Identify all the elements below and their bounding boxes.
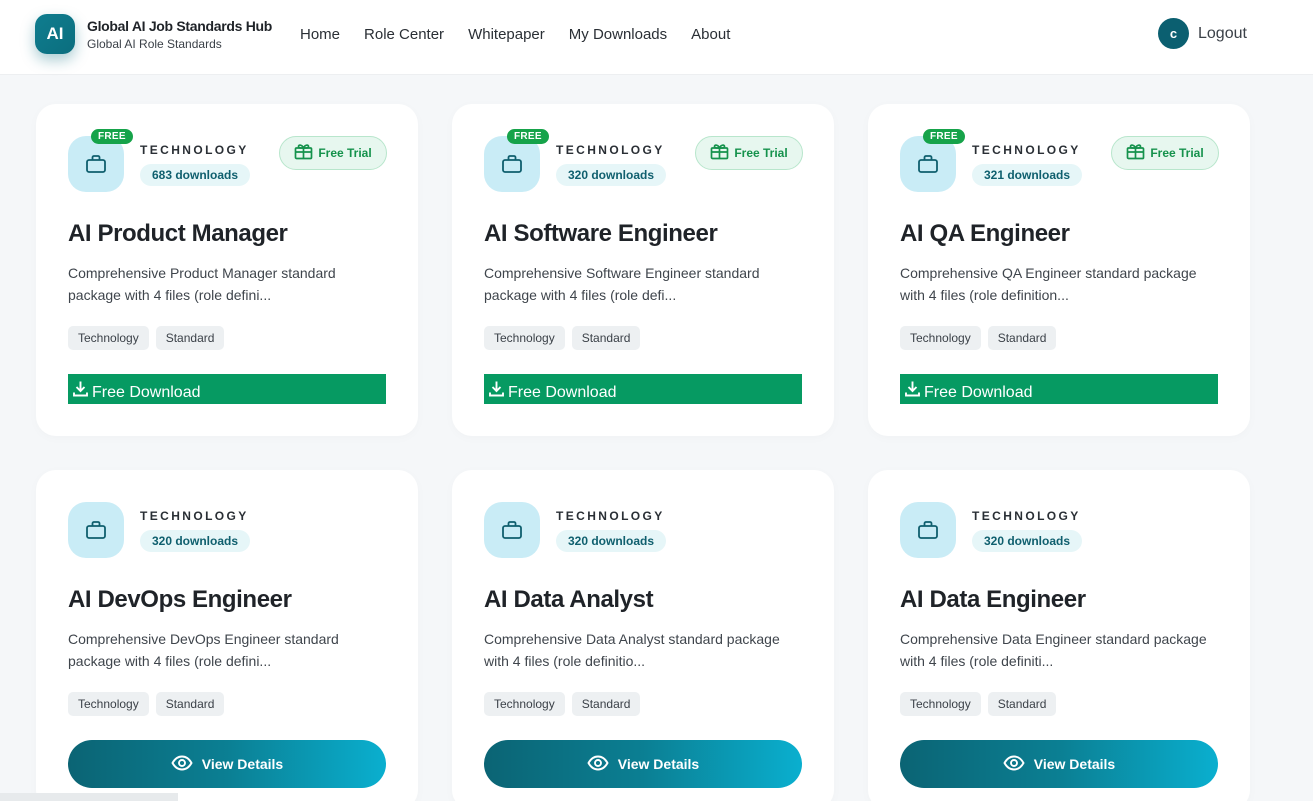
download-icon	[904, 380, 921, 402]
downloads-badge: 683 downloads	[140, 164, 251, 186]
category-label: TECHNOLOGY	[556, 509, 665, 523]
download-icon	[72, 380, 89, 402]
role-description: Comprehensive QA Engineer standard packa…	[900, 265, 1197, 303]
site-logo[interactable]: AI	[35, 14, 75, 54]
free-trial-button[interactable]: Free Trial	[695, 136, 803, 170]
free-badge: FREE	[507, 129, 549, 144]
free-trial-label: Free Trial	[734, 146, 788, 160]
tag-chip[interactable]: Standard	[571, 326, 641, 350]
briefcase-icon	[68, 136, 124, 192]
view-details-button[interactable]: View Details	[68, 740, 386, 788]
tag-chip[interactable]: Standard	[155, 326, 225, 350]
tag-list: Technology Standard	[900, 692, 1057, 716]
tag-chip[interactable]: Technology	[68, 692, 149, 716]
tag-chip[interactable]: Standard	[987, 692, 1057, 716]
view-details-label: View Details	[201, 756, 284, 772]
role-card: FREE TECHNOLOGY 320 downloads Free Trial AI …	[452, 104, 834, 436]
view-details-label: View Details	[617, 756, 700, 772]
tag-list: Technology Standard	[900, 326, 1057, 350]
tag-chip[interactable]: Standard	[571, 692, 641, 716]
category-label: TECHNOLOGY	[140, 509, 249, 523]
briefcase-icon	[484, 502, 540, 558]
gift-icon	[294, 143, 313, 163]
category-label: TECHNOLOGY	[972, 509, 1081, 523]
free-download-label: Free Download	[508, 384, 617, 401]
free-badge: FREE	[923, 129, 965, 144]
briefcase-icon	[484, 136, 540, 192]
downloads-badge: 320 downloads	[972, 530, 1083, 552]
role-title[interactable]: AI Data Analyst	[484, 586, 654, 614]
tag-chip[interactable]: Technology	[900, 692, 981, 716]
main-nav: Home Role Center Whitepaper My Downloads…	[300, 26, 754, 43]
tag-list: Technology Standard	[68, 326, 225, 350]
role-title[interactable]: AI Product Manager	[68, 220, 288, 248]
role-card: TECHNOLOGY 320 downloads AI Data Analyst Co…	[452, 470, 834, 801]
brand-subtitle: Global AI Role Standards	[87, 37, 222, 51]
free-badge: FREE	[91, 129, 133, 144]
role-card: TECHNOLOGY 320 downloads AI DevOps Enginee…	[36, 470, 418, 801]
nav-whitepaper[interactable]: Whitepaper	[468, 26, 545, 43]
view-details-label: View Details	[1033, 756, 1116, 772]
nav-home[interactable]: Home	[300, 26, 340, 43]
role-description: Comprehensive DevOps Engineer standard p…	[68, 631, 339, 669]
eye-icon	[1003, 755, 1025, 774]
role-description: Comprehensive Data Analyst standard pack…	[484, 631, 780, 669]
bottom-scroll-strip	[0, 793, 178, 801]
free-trial-label: Free Trial	[1150, 146, 1204, 160]
role-card: FREE TECHNOLOGY 683 downloads Free Trial AI …	[36, 104, 418, 436]
nav-my-downloads[interactable]: My Downloads	[569, 26, 667, 43]
free-download-label: Free Download	[92, 384, 201, 401]
download-icon	[488, 380, 505, 402]
category-label: TECHNOLOGY	[140, 143, 249, 157]
briefcase-icon	[68, 502, 124, 558]
logout-link[interactable]: Logout	[1198, 25, 1247, 43]
role-title[interactable]: AI Software Engineer	[484, 220, 718, 248]
tag-list: Technology Standard	[68, 692, 225, 716]
category-label: TECHNOLOGY	[972, 143, 1081, 157]
role-description: Comprehensive Data Engineer standard pac…	[900, 631, 1207, 669]
view-details-button[interactable]: View Details	[484, 740, 802, 788]
nav-about[interactable]: About	[691, 26, 730, 43]
free-trial-label: Free Trial	[318, 146, 372, 160]
gift-icon	[710, 143, 729, 163]
tag-chip[interactable]: Technology	[484, 692, 565, 716]
category-label: TECHNOLOGY	[556, 143, 665, 157]
top-header: AI Global AI Job Standards Hub Global AI…	[0, 0, 1313, 74]
free-download-button[interactable]: Free Download	[68, 374, 386, 404]
eye-icon	[587, 755, 609, 774]
free-download-button[interactable]: Free Download	[900, 374, 1218, 404]
tag-chip[interactable]: Standard	[155, 692, 225, 716]
downloads-badge: 320 downloads	[556, 164, 667, 186]
role-description: Comprehensive Product Manager standard p…	[68, 265, 336, 303]
downloads-badge: 320 downloads	[140, 530, 251, 552]
tag-chip[interactable]: Standard	[987, 326, 1057, 350]
tag-list: Technology Standard	[484, 326, 641, 350]
free-download-button[interactable]: Free Download	[484, 374, 802, 404]
role-title[interactable]: AI Data Engineer	[900, 586, 1086, 614]
free-trial-button[interactable]: Free Trial	[1111, 136, 1219, 170]
briefcase-icon	[900, 136, 956, 192]
tag-chip[interactable]: Technology	[484, 326, 565, 350]
brand-title[interactable]: Global AI Job Standards Hub	[87, 18, 272, 34]
free-download-label: Free Download	[924, 384, 1033, 401]
downloads-badge: 321 downloads	[972, 164, 1083, 186]
role-description: Comprehensive Software Engineer standard…	[484, 265, 760, 303]
tag-chip[interactable]: Technology	[900, 326, 981, 350]
view-details-button[interactable]: View Details	[900, 740, 1218, 788]
eye-icon	[171, 755, 193, 774]
role-title[interactable]: AI QA Engineer	[900, 220, 1070, 248]
free-trial-button[interactable]: Free Trial	[279, 136, 387, 170]
role-card: TECHNOLOGY 320 downloads AI Data Engineer C…	[868, 470, 1250, 801]
nav-role-center[interactable]: Role Center	[364, 26, 444, 43]
tag-list: Technology Standard	[484, 692, 641, 716]
role-card: FREE TECHNOLOGY 321 downloads Free Trial AI …	[868, 104, 1250, 436]
user-avatar[interactable]: c	[1158, 18, 1189, 49]
role-title[interactable]: AI DevOps Engineer	[68, 586, 292, 614]
briefcase-icon	[900, 502, 956, 558]
tag-chip[interactable]: Technology	[68, 326, 149, 350]
gift-icon	[1126, 143, 1145, 163]
downloads-badge: 320 downloads	[556, 530, 667, 552]
